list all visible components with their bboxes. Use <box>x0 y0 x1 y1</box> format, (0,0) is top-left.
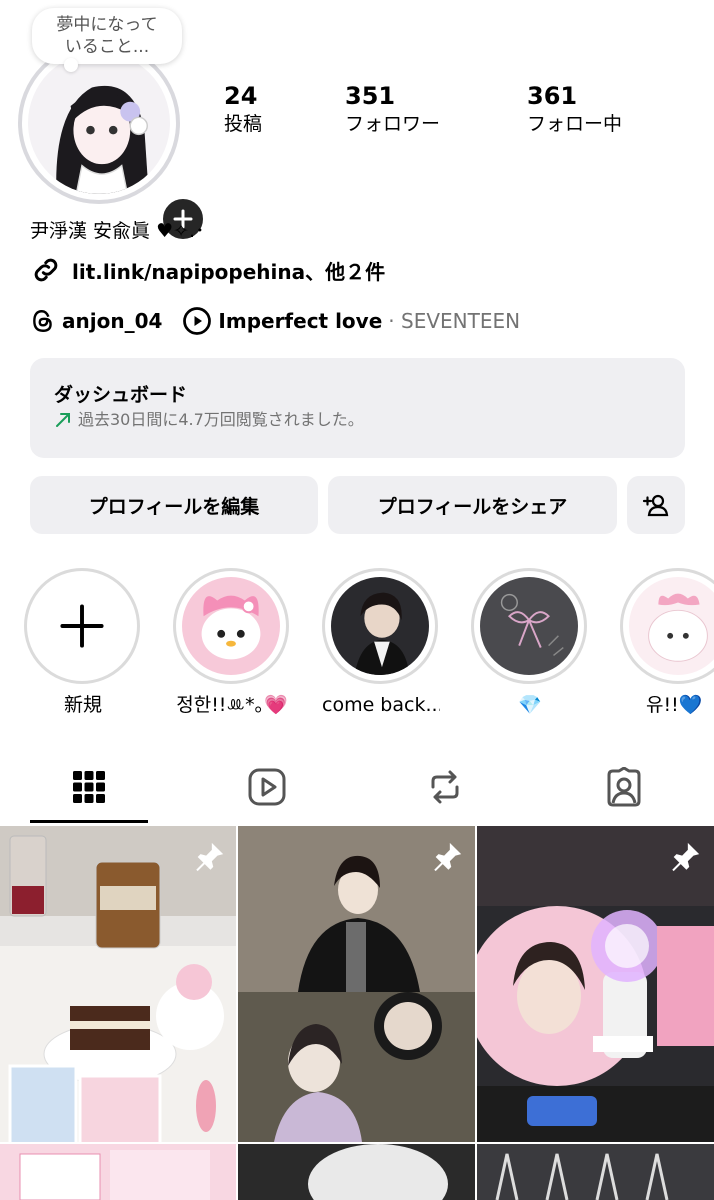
tab-tagged[interactable] <box>589 762 659 812</box>
highlight-ring <box>471 568 587 684</box>
stat-following[interactable]: 361 フォロー中 <box>527 82 622 138</box>
stat-posts-value: 24 <box>224 82 258 110</box>
dashboard-subtitle-row: 過去30日間に4.7万回閲覧されました。 <box>54 408 661 432</box>
dashboard-title: ダッシュボード <box>54 384 188 406</box>
highlight-label: come back... <box>322 694 440 716</box>
note-line-2: いること... <box>64 37 150 57</box>
bio-link[interactable]: lit.link/napipopehina、他２件 <box>30 254 385 286</box>
reels-icon <box>248 768 286 806</box>
profile-avatar[interactable] <box>18 42 208 244</box>
repost-icon <box>431 770 459 804</box>
tab-reels[interactable] <box>232 762 302 812</box>
avatar-ring <box>18 42 180 204</box>
music-artist: · SEVENTEEN <box>388 309 521 333</box>
grid-icon <box>73 771 105 803</box>
highlight-ring <box>24 568 140 684</box>
highlight-cover <box>33 577 131 675</box>
pin-icon <box>434 842 462 872</box>
stat-following-value: 361 <box>527 82 578 110</box>
link-icon <box>34 258 58 282</box>
bio-meta-row: anjon_04 Imperfect love · SEVENTEEN <box>30 306 520 336</box>
highlight-item[interactable]: come back... <box>322 568 440 718</box>
stat-followers-value: 351 <box>345 82 396 110</box>
highlight-cover <box>182 577 280 675</box>
highlight-label: 정한!!ꔛ*｡💗 <box>176 694 288 716</box>
highlight-ring <box>173 568 289 684</box>
play-circle-icon[interactable] <box>182 306 212 336</box>
trend-up-arrow-icon <box>56 413 70 427</box>
plus-icon <box>60 604 104 648</box>
dashboard-subtitle: 過去30日間に4.7万回閲覧されました。 <box>78 410 364 429</box>
threads-icon[interactable] <box>30 308 56 334</box>
dashboard-card[interactable]: ダッシュボード 過去30日間に4.7万回閲覧されました。 <box>30 358 685 458</box>
edit-profile-button[interactable]: プロフィールを編集 <box>30 476 318 534</box>
highlight-cover <box>629 577 714 675</box>
threads-handle[interactable]: anjon_04 <box>62 309 162 333</box>
stat-followers-label: フォロワー <box>345 113 441 135</box>
tagged-icon <box>607 767 641 807</box>
tab-posts-grid[interactable] <box>54 762 124 812</box>
highlight-ring <box>322 568 438 684</box>
post-thumbnail[interactable] <box>0 1144 236 1200</box>
stat-followers[interactable]: 351 フォロワー <box>345 82 440 138</box>
post-thumbnail[interactable] <box>238 1144 475 1200</box>
music-title[interactable]: Imperfect love <box>218 309 382 333</box>
highlight-label: 💎 <box>518 694 542 716</box>
add-person-icon <box>642 494 669 517</box>
avatar-image <box>28 52 170 194</box>
share-profile-button[interactable]: プロフィールをシェア <box>328 476 617 534</box>
post-thumbnail[interactable] <box>477 1144 714 1200</box>
pin-icon <box>672 842 700 872</box>
highlight-item[interactable]: 💎 <box>471 568 589 718</box>
highlight-item[interactable]: 유!!💙 <box>620 568 714 718</box>
stat-following-label: フォロー中 <box>527 113 623 135</box>
pin-icon <box>196 842 224 872</box>
active-tab-indicator <box>30 820 148 823</box>
note-line-1: 夢中になって <box>56 15 158 35</box>
highlight-cover <box>480 577 578 675</box>
highlight-ring <box>620 568 714 684</box>
bio-name: 尹淨漢 安兪眞 ♥︎✧.･ <box>30 220 205 242</box>
suggest-people-button[interactable] <box>627 476 685 534</box>
bio-link-text: lit.link/napipopehina、他２件 <box>72 259 386 284</box>
highlight-item[interactable]: 정한!!ꔛ*｡💗 <box>173 568 291 718</box>
highlight-cover <box>331 577 429 675</box>
stat-posts[interactable]: 24 投稿 <box>224 82 262 138</box>
highlight-new[interactable]: 新規 <box>24 568 142 718</box>
stat-posts-label: 投稿 <box>224 113 263 135</box>
tab-reposts[interactable] <box>410 762 480 812</box>
highlight-label: 新規 <box>63 694 102 716</box>
note-bubble[interactable]: 夢中になって いること... <box>32 8 182 72</box>
highlight-label: 유!!💙 <box>646 694 703 716</box>
